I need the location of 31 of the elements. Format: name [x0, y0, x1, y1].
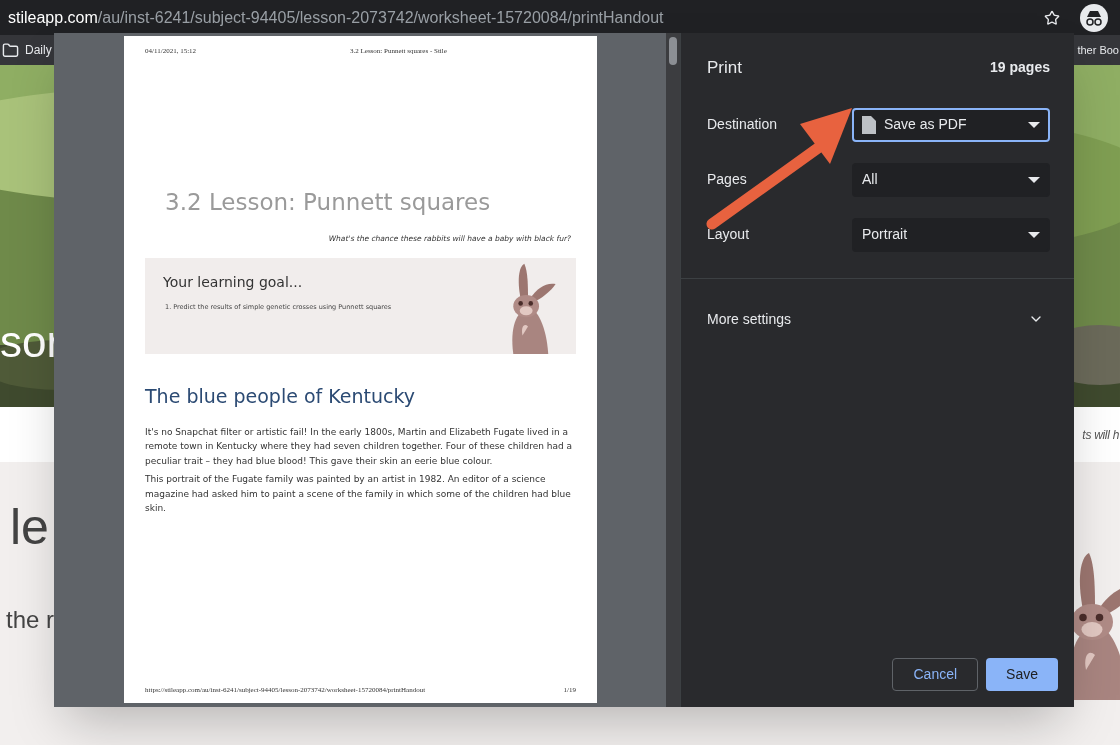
- setting-select[interactable]: Save as PDF: [852, 107, 1050, 142]
- caret-icon: [1028, 176, 1040, 183]
- paragraph: It's no Snapchat filter or artistic fail! In the early 1800s, Martin and Elizabeth Fugate lived in a remote town in Kentucky where they had seven children together. Four of these children had a peculiar trait – they had blue blood! This gave their skin an eerie blue colour.: [145, 425, 574, 468]
- lesson-subtitle: ts will h: [1082, 426, 1120, 444]
- section-heading: The blue people of Kentucky: [145, 384, 417, 410]
- setting-select[interactable]: All: [852, 162, 1050, 197]
- folder-icon: [2, 41, 19, 59]
- setting-label: Layout: [707, 225, 750, 244]
- body-text: the r: [6, 605, 55, 635]
- setting-label: Destination: [707, 115, 778, 134]
- caret-icon: [1028, 231, 1040, 238]
- cancel-button[interactable]: Cancel: [892, 658, 979, 691]
- more-settings-toggle[interactable]: More settings: [681, 278, 1074, 330]
- page-title: 3.2 Lesson: Punnett squares: [165, 187, 492, 217]
- scrollbar-thumb[interactable]: [669, 37, 677, 65]
- setting-select[interactable]: Portrait: [852, 217, 1050, 252]
- incognito-icon[interactable]: [1080, 3, 1108, 32]
- save-button[interactable]: Save: [986, 658, 1058, 691]
- section-heading: le: [10, 502, 49, 552]
- bookmark-star-icon[interactable]: [1044, 9, 1060, 26]
- bookmark-item[interactable]: Daily: [0, 41, 52, 59]
- dialog-title: Print: [707, 57, 742, 79]
- caret-icon: [1028, 121, 1040, 128]
- file-icon: [862, 115, 876, 134]
- paragraph: This portrait of the Fugate family was painted by an artist in 1982. An editor of a science magazine had asked him to paint a scene of the family in which some of the children had blue skin.: [145, 473, 572, 516]
- url-field[interactable]: stileapp.com/au/inst-6241/subject-94405/lesson-2073742/worksheet-15720084/printHandout: [8, 5, 1044, 30]
- page-count: 19 pages: [990, 58, 1050, 78]
- setting-label: Pages: [707, 170, 747, 189]
- bookmark-item[interactable]: ther Boo: [1077, 41, 1120, 59]
- goal-title: Your learning goal...: [163, 273, 304, 293]
- hero-title: sor: [0, 320, 62, 364]
